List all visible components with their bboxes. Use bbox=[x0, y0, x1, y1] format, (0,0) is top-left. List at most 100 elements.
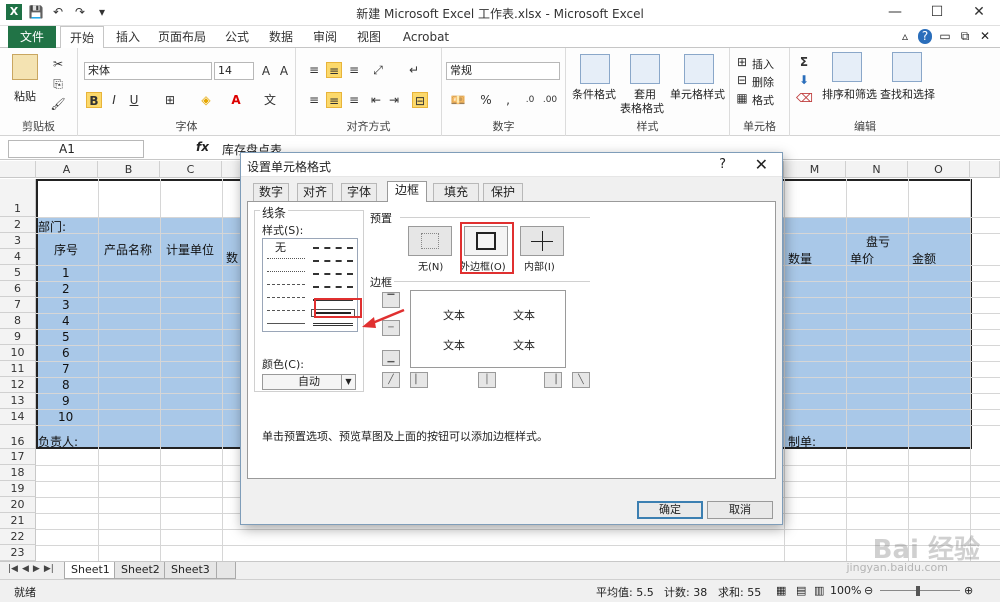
row-header[interactable]: 4 bbox=[0, 249, 36, 265]
cell-seq-header[interactable]: 序号 bbox=[54, 241, 78, 258]
tab-file[interactable]: 文件 bbox=[8, 26, 56, 48]
insert-cells-label[interactable]: 插入 bbox=[752, 56, 774, 72]
clear-icon[interactable]: ⌫ bbox=[796, 90, 813, 106]
close-button[interactable]: ✕ bbox=[958, 0, 1000, 26]
line-style-option[interactable] bbox=[267, 323, 305, 324]
sort-filter-icon[interactable] bbox=[832, 52, 862, 82]
sheet-tab-sheet1[interactable]: Sheet1 bbox=[64, 562, 117, 579]
conditional-format-label[interactable]: 条件格式 bbox=[572, 86, 616, 102]
zoom-level[interactable]: 100% bbox=[830, 584, 861, 597]
cell-partial-header[interactable]: 数 bbox=[226, 249, 238, 266]
new-sheet-icon[interactable] bbox=[216, 562, 236, 579]
preset-none-button[interactable] bbox=[408, 226, 452, 256]
border-right-button[interactable]: ▕ bbox=[544, 372, 562, 388]
first-sheet-icon[interactable]: |◀ bbox=[8, 564, 18, 574]
merge-center-icon[interactable]: ⊟ bbox=[412, 92, 428, 108]
delete-cells-icon[interactable]: ⊟ bbox=[734, 72, 750, 88]
cell-loss-header[interactable]: 盘亏 bbox=[866, 233, 890, 250]
row-header[interactable]: 20 bbox=[0, 497, 36, 513]
line-style-option[interactable] bbox=[313, 286, 353, 288]
cell-owner[interactable]: 负责人: bbox=[38, 433, 78, 450]
row-header[interactable]: 8 bbox=[0, 313, 36, 329]
grow-font-icon[interactable]: A bbox=[258, 63, 274, 79]
format-painter-icon[interactable]: 🖌 bbox=[50, 96, 66, 112]
row-header[interactable]: 22 bbox=[0, 529, 36, 545]
row-header[interactable]: 21 bbox=[0, 513, 36, 529]
prev-sheet-icon[interactable]: ◀ bbox=[22, 564, 29, 574]
font-size-select[interactable]: 14 bbox=[214, 62, 254, 80]
row-header[interactable]: 10 bbox=[0, 345, 36, 361]
zoom-out-icon[interactable]: ⊖ bbox=[864, 584, 873, 597]
color-select[interactable]: 自动 ▼ bbox=[262, 374, 356, 390]
tab-acrobat[interactable]: Acrobat bbox=[396, 26, 456, 48]
dialog-help-button[interactable]: ? bbox=[719, 157, 726, 172]
doc-minimize-icon[interactable]: ▭ bbox=[938, 29, 952, 44]
line-style-none[interactable]: 无 bbox=[275, 239, 286, 255]
cell-styles-icon[interactable] bbox=[684, 54, 714, 84]
cut-icon[interactable]: ✂ bbox=[50, 56, 66, 72]
cancel-button[interactable]: 取消 bbox=[707, 501, 773, 519]
preset-none-label[interactable]: 无(N) bbox=[418, 258, 443, 273]
cell-seq[interactable]: 1 bbox=[62, 266, 70, 280]
cell-seq[interactable]: 8 bbox=[62, 378, 70, 392]
maximize-button[interactable]: ☐ bbox=[916, 0, 958, 26]
cell-product-header[interactable]: 产品名称 bbox=[104, 241, 152, 258]
help-icon[interactable]: ? bbox=[918, 29, 932, 44]
align-top-icon[interactable]: ≡ bbox=[306, 62, 322, 78]
align-right-icon[interactable]: ≡ bbox=[346, 92, 362, 108]
paste-button-label[interactable]: 粘贴 bbox=[14, 88, 36, 104]
align-middle-icon[interactable]: ≡ bbox=[326, 62, 342, 78]
cell-seq[interactable]: 7 bbox=[62, 362, 70, 376]
format-cells-label[interactable]: 格式 bbox=[752, 92, 774, 108]
row-header[interactable]: 7 bbox=[0, 297, 36, 313]
cell-seq[interactable]: 6 bbox=[62, 346, 70, 360]
tab-page-layout[interactable]: 页面布局 bbox=[154, 26, 210, 48]
decrease-indent-icon[interactable]: ⇤ bbox=[368, 92, 384, 108]
page-layout-view-icon[interactable]: ▤ bbox=[796, 584, 806, 597]
line-style-option[interactable] bbox=[267, 297, 305, 298]
tab-review[interactable]: 审阅 bbox=[308, 26, 342, 48]
align-center-icon[interactable]: ≡ bbox=[326, 92, 342, 108]
line-style-option[interactable] bbox=[313, 260, 353, 262]
tab-home[interactable]: 开始 bbox=[60, 26, 104, 49]
row-header[interactable]: 23 bbox=[0, 545, 36, 561]
row-header[interactable]: 12 bbox=[0, 377, 36, 393]
increase-decimal-icon[interactable]: .0 bbox=[522, 92, 538, 108]
page-break-view-icon[interactable]: ▥ bbox=[814, 584, 824, 597]
decrease-decimal-icon[interactable]: .00 bbox=[542, 92, 558, 108]
wrap-text-icon[interactable]: ↵ bbox=[406, 62, 422, 78]
ribbon-collapse-icon[interactable]: ▵ bbox=[898, 29, 912, 44]
border-preview[interactable]: 文本 文本 文本 文本 bbox=[410, 290, 566, 368]
align-left-icon[interactable]: ≡ bbox=[306, 92, 322, 108]
line-style-option[interactable] bbox=[267, 284, 305, 285]
row-header[interactable]: 13 bbox=[0, 393, 36, 409]
tab-number[interactable]: 数字 bbox=[253, 183, 289, 201]
find-select-label[interactable]: 查找和选择 bbox=[880, 86, 935, 102]
row-header[interactable]: 5 bbox=[0, 265, 36, 281]
row-header[interactable]: 9 bbox=[0, 329, 36, 345]
sort-filter-label[interactable]: 排序和筛选 bbox=[822, 86, 877, 102]
align-bottom-icon[interactable]: ≡ bbox=[346, 62, 362, 78]
zoom-in-icon[interactable]: ⊕ bbox=[964, 584, 973, 597]
fill-color-icon[interactable]: ◈ bbox=[198, 92, 214, 108]
borders-icon[interactable]: ⊞ bbox=[162, 92, 178, 108]
cell-maker[interactable]: 制单: bbox=[788, 433, 816, 450]
line-style-option[interactable] bbox=[267, 258, 305, 259]
cell-seq[interactable]: 9 bbox=[62, 394, 70, 408]
accounting-format-icon[interactable]: 💴 bbox=[450, 92, 466, 108]
cell-seq[interactable]: 4 bbox=[62, 314, 70, 328]
cell-dept[interactable]: 部门: bbox=[38, 218, 66, 235]
paste-icon[interactable] bbox=[12, 54, 38, 80]
cell-qty-header[interactable]: 数量 bbox=[788, 250, 812, 267]
tab-insert[interactable]: 插入 bbox=[110, 26, 146, 48]
cell-styles-label[interactable]: 单元格样式 bbox=[670, 86, 725, 102]
column-header[interactable]: B bbox=[98, 161, 160, 178]
dialog-close-button[interactable]: ✕ bbox=[755, 155, 768, 174]
line-style-option[interactable] bbox=[267, 271, 305, 272]
line-style-option[interactable] bbox=[267, 310, 305, 311]
tab-alignment[interactable]: 对齐 bbox=[297, 183, 333, 201]
cell-seq[interactable]: 10 bbox=[58, 410, 73, 424]
column-header[interactable]: N bbox=[846, 161, 908, 178]
column-header[interactable] bbox=[970, 161, 1000, 178]
doc-close-icon[interactable]: ✕ bbox=[978, 29, 992, 44]
